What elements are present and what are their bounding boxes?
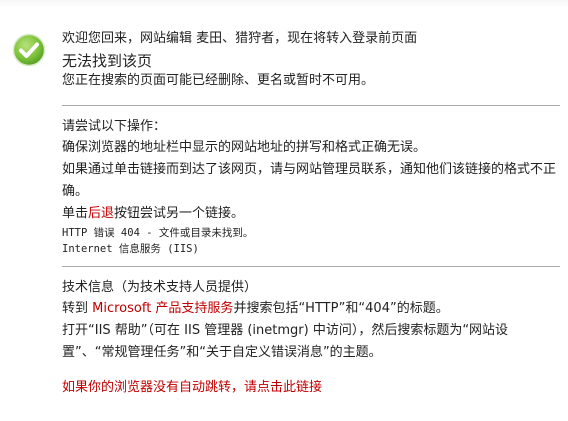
checkmark-circle-icon	[12, 33, 46, 67]
suggestions-heading: 请尝试以下操作：	[62, 119, 167, 134]
suggestion-item-3-suffix: 按钮尝试另一个链接。	[114, 206, 245, 221]
suggestion-item-1: 确保浏览器的地址栏中显示的网站地址的拼写和格式正确无误。	[62, 140, 427, 155]
microsoft-support-link[interactable]: Microsoft 产品支持服务	[92, 301, 233, 316]
suggestion-item-2: 如果通过单击链接而到达了该网页，请与网站管理员联系，通知他们该链接的格式不正确。	[62, 162, 557, 199]
divider-1	[62, 105, 560, 106]
server-name: Internet 信息服务 (IIS)	[62, 243, 199, 255]
page-title: 无法找到该页	[62, 52, 153, 70]
top-strip	[0, 0, 568, 8]
error-content: 欢迎您回来，网站编辑 麦田、猎狩者，现在将转入登录前页面 无法找到该页 您正在搜…	[62, 30, 560, 398]
redirect-link[interactable]: 如果你的浏览器没有自动跳转，请点击此链接	[62, 378, 560, 398]
back-link[interactable]: 后退	[88, 206, 114, 221]
divider-2	[62, 266, 560, 267]
tech-info-heading: 技术信息（为技术支持人员提供）	[62, 280, 258, 295]
http-error-code: HTTP 错误 404 - 文件或目录未找到。	[62, 227, 254, 239]
suggestion-item-3: 单击后退按钮尝试另一个链接。	[62, 203, 560, 225]
tech-info-line-1: 转到 Microsoft 产品支持服务并搜索包括“HTTP”和“404”的标题。	[62, 298, 560, 320]
tech-info-line-2: 打开“IIS 帮助”（可在 IIS 管理器 (inetmgr) 中访问），然后搜…	[62, 323, 509, 360]
page-subtitle: 您正在搜索的页面可能已经删除、更名或暂时不可用。	[62, 73, 375, 88]
suggestion-item-3-prefix: 单击	[62, 206, 89, 221]
tech-line-1-suffix: 并搜索包括“HTTP”和“404”的标题。	[233, 301, 449, 316]
welcome-message: 欢迎您回来，网站编辑 麦田、猎狩者，现在将转入登录前页面	[62, 31, 418, 46]
tech-line-1-prefix: 转到	[62, 301, 93, 316]
